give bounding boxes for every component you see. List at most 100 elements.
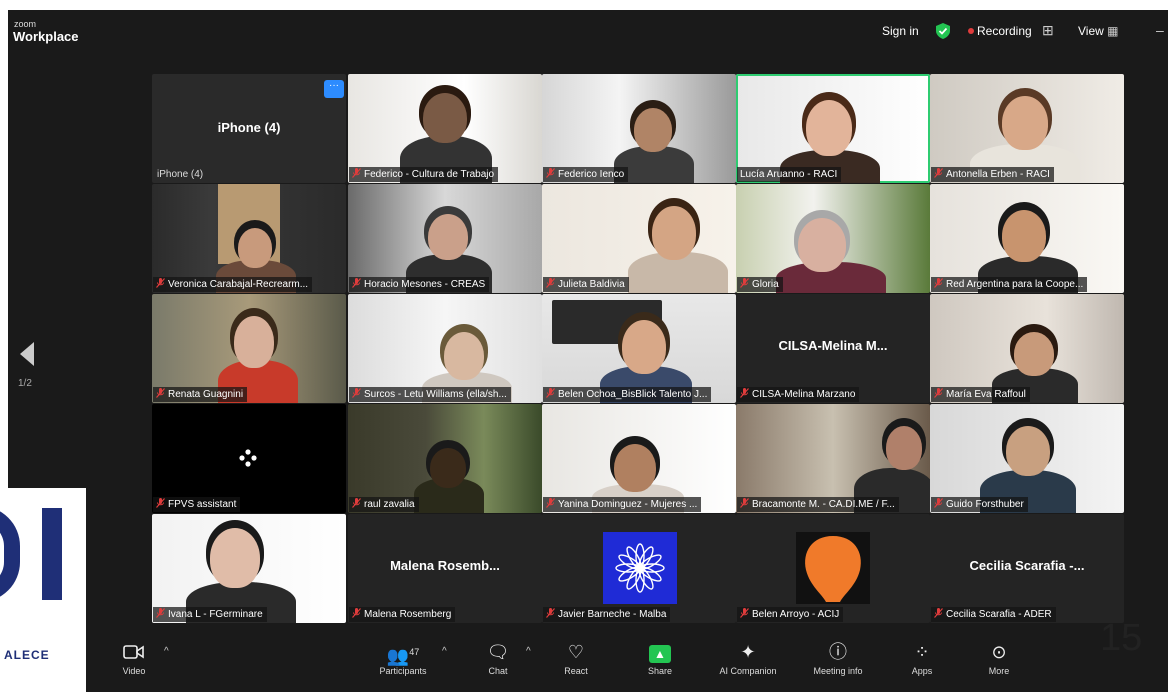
participant-name-label: Red Argentina para la Coope...: [931, 277, 1088, 292]
participant-tile[interactable]: Antonella Erben - RACI: [930, 74, 1124, 183]
mic-muted-icon: [934, 278, 946, 290]
participants-options-caret-icon[interactable]: ^: [442, 646, 447, 657]
participant-tile[interactable]: María Eva Raffoul: [930, 294, 1124, 403]
participant-display-name: iPhone (4): [217, 120, 281, 135]
mic-muted-icon: [934, 168, 946, 180]
participant-tile[interactable]: Federico - Cultura de Trabajo: [348, 74, 542, 183]
participant-tile[interactable]: FPVS assistant: [152, 404, 346, 513]
participant-tile[interactable]: Bracamonte M. - CA.DI.ME / F...: [736, 404, 930, 513]
participant-name-label: Federico - Cultura de Trabajo: [349, 167, 499, 182]
participant-name-label: Malena Rosemberg: [349, 607, 456, 622]
participant-name: Gloria: [752, 279, 779, 290]
meeting-info-button[interactable]: ⓘ Meeting info: [798, 640, 878, 678]
recording-indicator[interactable]: Recording: [968, 23, 1032, 39]
participants-count: 47: [409, 647, 420, 657]
chevron-left-icon: [20, 342, 34, 366]
ai-companion-button[interactable]: ✦ AI Companion: [708, 640, 788, 678]
view-grid-icon: ▦: [1107, 24, 1119, 38]
participant-tile[interactable]: Belen Ochoa_BisBlick Talento J...: [542, 294, 736, 403]
organization-logo: ALECE: [0, 488, 86, 692]
sign-in-button[interactable]: Sign in: [882, 23, 919, 39]
participants-button[interactable]: 👥47 Participants: [363, 640, 443, 678]
video-button[interactable]: Video: [94, 640, 174, 678]
page-indicator: 1/2: [18, 378, 32, 389]
participant-tile[interactable]: raul zavalia: [348, 404, 542, 513]
mic-muted-icon: [156, 498, 168, 510]
mic-muted-icon: [740, 608, 752, 620]
participant-name-label: Horacio Mesones - CREAS: [349, 277, 490, 292]
participant-tile[interactable]: Malena Rosemb... Malena Rosemberg: [348, 514, 542, 623]
video-label: Video: [122, 666, 146, 676]
participant-tile[interactable]: Ivana L - FGerminare: [152, 514, 346, 623]
video-options-caret-icon[interactable]: ^: [164, 646, 169, 657]
participant-tile[interactable]: Red Argentina para la Coope...: [930, 184, 1124, 293]
share-button[interactable]: ▲ Share: [620, 640, 700, 678]
participant-name-label: Lucía Aruanno - RACI: [737, 167, 842, 182]
participant-name: María Eva Raffoul: [946, 389, 1026, 400]
participant-name: Surcos - Letu Williams (ella/sh...: [364, 389, 507, 400]
participant-name: Ivana L - FGerminare: [168, 609, 263, 620]
participant-name-label: Yanina Dominguez - Mujeres ...: [543, 497, 702, 512]
mic-muted-icon: [546, 168, 558, 180]
mic-muted-icon: [156, 608, 168, 620]
participant-name-label: Cecilia Scarafia - ADER: [931, 607, 1056, 622]
participant-name: Javier Barneche - Malba: [558, 609, 667, 620]
gallery-grid-icon[interactable]: ⊞: [1042, 22, 1054, 38]
zoom-window: zoom Workplace Sign in Recording ⊞ View …: [8, 10, 1168, 692]
participant-tile[interactable]: Veronica Carabajal-Recrearm...: [152, 184, 346, 293]
shield-icon[interactable]: [936, 23, 950, 39]
mic-muted-icon: [546, 498, 558, 510]
video-camera-icon: [94, 640, 174, 664]
tile-more-options-button[interactable]: ···: [324, 80, 344, 98]
participant-name: Cecilia Scarafia - ADER: [946, 609, 1052, 620]
info-icon: ⓘ: [829, 642, 847, 662]
video-gallery: 1/2 iPhone (4) ··· iPhone (4) Federico - Cu…: [8, 52, 1168, 632]
participant-name-label: iPhone (4): [157, 169, 204, 180]
more-button[interactable]: ⊙ More: [959, 640, 1039, 678]
chat-options-caret-icon[interactable]: ^: [526, 646, 531, 657]
participant-tile[interactable]: CILSA-Melina M... CILSA-Melina Marzano: [736, 294, 930, 403]
participant-tile[interactable]: Yanina Dominguez - Mujeres ...: [542, 404, 736, 513]
mic-muted-icon: [352, 498, 364, 510]
participant-tile[interactable]: Julieta Baldivia: [542, 184, 736, 293]
minimize-icon[interactable]: –: [1156, 22, 1164, 38]
participant-tile[interactable]: Horacio Mesones - CREAS: [348, 184, 542, 293]
mic-muted-icon: [740, 278, 752, 290]
recording-dot-icon: [968, 28, 974, 34]
view-button[interactable]: View ▦: [1078, 23, 1118, 39]
mic-muted-icon: [352, 278, 364, 290]
participant-name-label: FPVS assistant: [153, 497, 241, 512]
participant-tile[interactable]: Surcos - Letu Williams (ella/sh...: [348, 294, 542, 403]
participant-tile[interactable]: Renata Guagnini: [152, 294, 346, 403]
mic-muted-icon: [934, 608, 946, 620]
chat-label: Chat: [488, 666, 508, 676]
participant-name-label: Federico Ienco: [543, 167, 629, 182]
more-label: More: [988, 666, 1010, 676]
participant-name: Guido Forsthuber: [946, 499, 1024, 510]
participant-tile[interactable]: Javier Barneche - Malba: [542, 514, 736, 623]
apps-icon: ⁘: [914, 642, 930, 662]
participant-name: Yanina Dominguez - Mujeres ...: [558, 499, 698, 510]
participants-icon: 👥47: [386, 646, 420, 666]
participant-name-label: CILSA-Melina Marzano: [737, 387, 860, 402]
participant-tile[interactable]: Federico Ienco: [542, 74, 736, 183]
mic-muted-icon: [352, 168, 364, 180]
participant-tile[interactable]: Gloria: [736, 184, 930, 293]
participant-name-label: María Eva Raffoul: [931, 387, 1030, 402]
apps-button[interactable]: ⁘ Apps: [882, 640, 962, 678]
participant-name-label: Renata Guagnini: [153, 387, 248, 402]
participant-tile[interactable]: Belen Arroyo - ACIJ: [736, 514, 930, 623]
participant-name: raul zavalia: [364, 499, 415, 510]
participant-tile[interactable]: Cecilia Scarafia -... Cecilia Scarafia - …: [930, 514, 1124, 623]
participant-name: Horacio Mesones - CREAS: [364, 279, 486, 290]
mic-muted-icon: [352, 388, 364, 400]
meeting-toolbar: Video ^ 👥47 Participants ^ 🗨 Chat ^ ♡ Re…: [8, 632, 1168, 692]
participant-name: Federico Ienco: [558, 169, 625, 180]
slide-frame: zoom Workplace Sign in Recording ⊞ View …: [0, 0, 1168, 692]
react-button[interactable]: ♡ React: [536, 640, 616, 678]
participant-tile[interactable]: iPhone (4) ··· iPhone (4): [152, 74, 346, 183]
participant-name: Red Argentina para la Coope...: [946, 279, 1084, 290]
participant-tile[interactable]: Guido Forsthuber: [930, 404, 1124, 513]
ai-companion-label: AI Companion: [719, 666, 777, 676]
participant-tile[interactable]: Lucía Aruanno - RACI: [736, 74, 930, 183]
